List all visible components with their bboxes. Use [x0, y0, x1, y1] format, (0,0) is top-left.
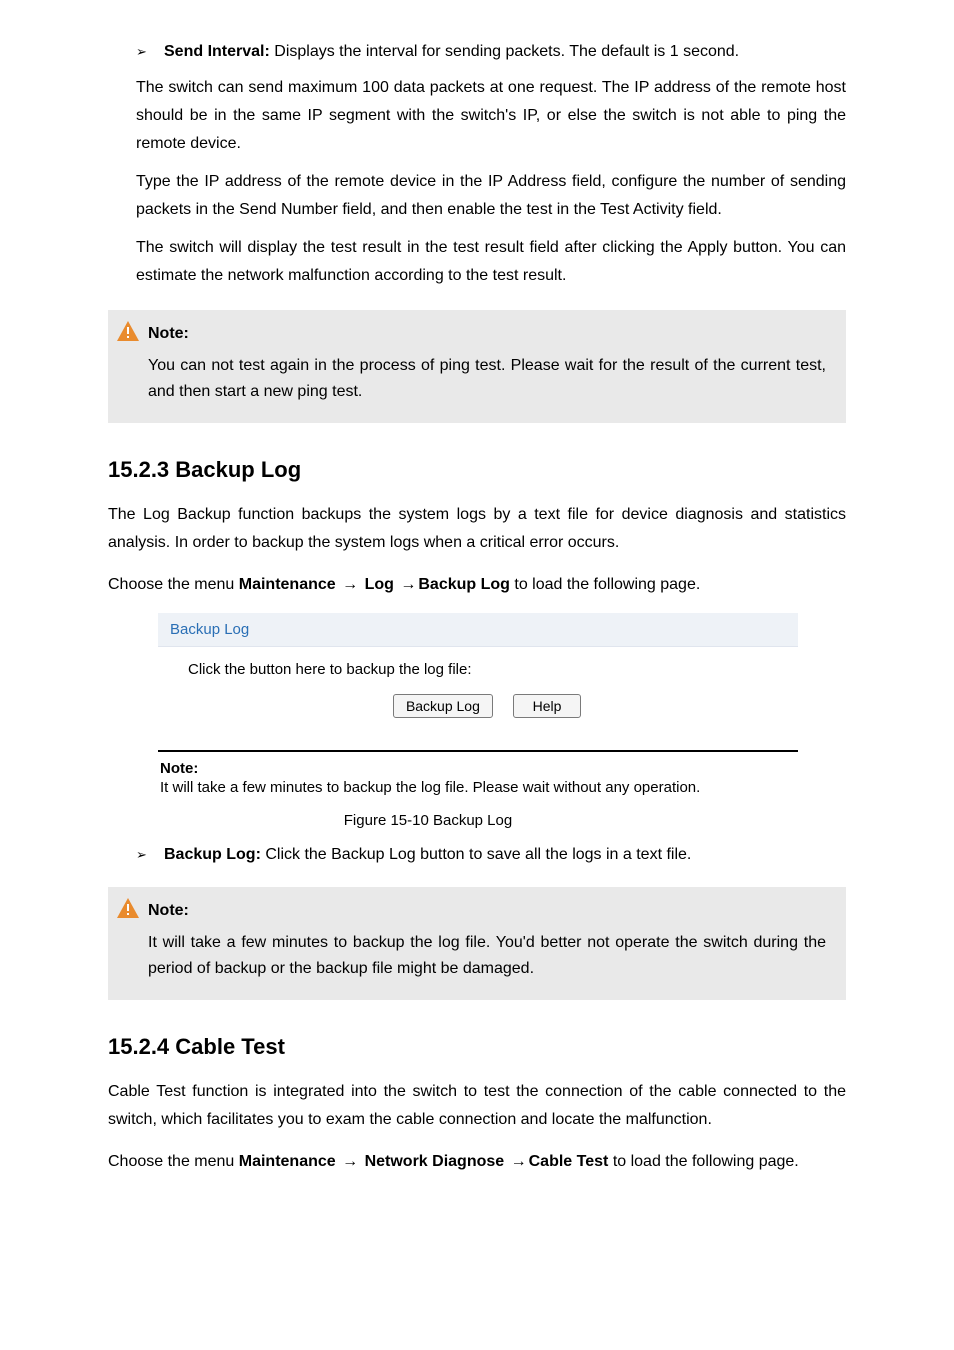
section-lead: Cable Test function is integrated into t…: [108, 1078, 846, 1134]
section-lead: The Log Backup function backups the syst…: [108, 501, 846, 557]
triangle-bullet-icon: ➢: [136, 40, 164, 64]
bullet-text: Backup Log: Click the Backup Log button …: [164, 843, 691, 867]
panel-note-head: Note:: [160, 760, 796, 777]
note-title: Note:: [148, 325, 189, 343]
section-heading-backup-log: 15.2.3 Backup Log: [108, 457, 846, 483]
paragraph: The switch can send maximum 100 data pac…: [136, 74, 846, 158]
warning-icon: [108, 897, 148, 924]
section-heading-cable-test: 15.2.4 Cable Test: [108, 1034, 846, 1060]
nav-seg-log: Log: [365, 576, 394, 593]
menu-path: Choose the menu Maintenance → Network Di…: [108, 1148, 846, 1176]
arrow-icon: →: [340, 1148, 360, 1176]
menu-path: Choose the menu Maintenance → Log →Backu…: [108, 571, 846, 599]
triangle-bullet-icon: ➢: [136, 843, 164, 867]
help-button[interactable]: Help: [513, 694, 581, 718]
nav-seg-cable-test: Cable Test: [529, 1153, 609, 1170]
warning-icon: [108, 320, 148, 347]
arrow-icon: →: [340, 571, 360, 599]
bullet-label: Backup Log:: [164, 846, 261, 863]
arrow-icon: →: [509, 1148, 529, 1176]
bullet-send-interval: ➢ Send Interval: Displays the interval f…: [136, 40, 846, 64]
nav-prefix: Choose the menu: [108, 1153, 239, 1170]
bullet-backup-log: ➢ Backup Log: Click the Backup Log butto…: [136, 843, 846, 867]
bullet-label: Send Interval:: [164, 43, 270, 60]
backup-log-button[interactable]: Backup Log: [393, 694, 493, 718]
paragraph: The switch will display the test result …: [136, 234, 846, 290]
nav-seg-maintenance: Maintenance: [239, 1153, 336, 1170]
bullet-desc: Click the Backup Log button to save all …: [261, 846, 691, 863]
paragraph: Type the IP address of the remote device…: [136, 168, 846, 224]
nav-seg-backup-log: Backup Log: [418, 576, 510, 593]
panel-title: Backup Log: [158, 613, 798, 647]
bullet-text: Send Interval: Displays the interval for…: [164, 40, 739, 64]
note-callout: Note: It will take a few minutes to back…: [108, 887, 846, 1000]
note-body: You can not test again in the process of…: [148, 353, 826, 405]
panel-note-body: It will take a few minutes to backup the…: [160, 779, 700, 796]
nav-seg-network-diagnose: Network Diagnose: [365, 1153, 505, 1170]
backup-log-panel: Backup Log Click the button here to back…: [158, 613, 798, 800]
bullet-desc: Displays the interval for sending packet…: [270, 43, 739, 60]
nav-suffix: to load the following page.: [613, 1153, 799, 1170]
note-title: Note:: [148, 902, 189, 920]
nav-seg-maintenance: Maintenance: [239, 576, 336, 593]
arrow-icon: →: [398, 571, 418, 599]
figure-caption: Figure 15-10 Backup Log: [58, 812, 798, 829]
nav-prefix: Choose the menu: [108, 576, 239, 593]
panel-message: Click the button here to backup the log …: [188, 661, 786, 678]
note-callout: Note: You can not test again in the proc…: [108, 310, 846, 423]
panel-note: Note: It will take a few minutes to back…: [158, 752, 798, 800]
figure-backup-log: Backup Log Click the button here to back…: [158, 613, 798, 800]
note-body: It will take a few minutes to backup the…: [148, 930, 826, 982]
nav-suffix: to load the following page.: [514, 576, 700, 593]
